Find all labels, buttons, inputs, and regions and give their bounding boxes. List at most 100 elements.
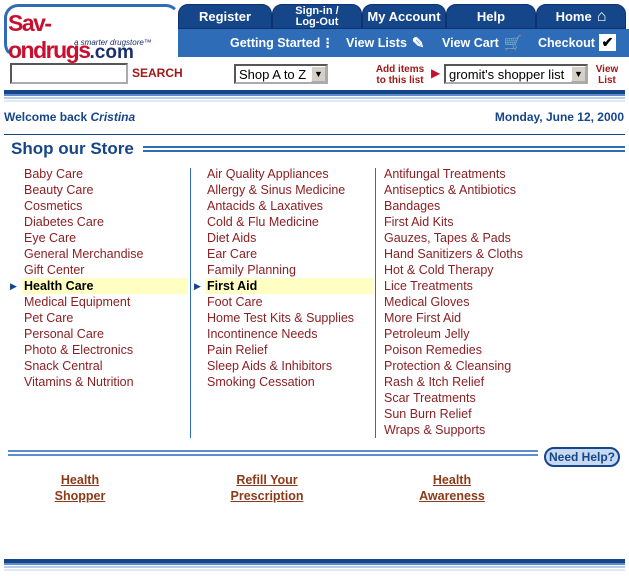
- getting-started-label: Getting Started: [230, 36, 321, 50]
- category-link[interactable]: Lice Treatments: [384, 278, 624, 294]
- home-tab[interactable]: Home ⌂: [536, 4, 626, 29]
- secondary-nav: Getting Started ⁝ View Lists ✎ View Cart…: [178, 29, 629, 57]
- category-link[interactable]: Beauty Care: [24, 182, 188, 198]
- chevron-down-icon[interactable]: ▼: [311, 66, 326, 82]
- category-link[interactable]: Gauzes, Tapes & Pads: [384, 230, 624, 246]
- category-link[interactable]: Photo & Electronics: [24, 342, 188, 358]
- category-link[interactable]: First Aid Kits: [384, 214, 624, 230]
- category-link[interactable]: More First Aid: [384, 310, 624, 326]
- category-link[interactable]: Home Test Kits & Supplies: [207, 310, 374, 326]
- add-items-text-1: Add items: [375, 64, 425, 75]
- search-input[interactable]: [10, 63, 128, 84]
- traffic-light-icon: ⁝: [325, 35, 331, 52]
- need-help-button[interactable]: Need Help?: [544, 447, 620, 467]
- my-account-tab[interactable]: My Account: [362, 4, 446, 29]
- notepad-icon: ✎: [411, 35, 425, 52]
- sign-in-tab[interactable]: Sign-in / Log-Out: [272, 4, 362, 29]
- view-lists-link[interactable]: View Lists ✎: [346, 34, 425, 52]
- home-label: Home: [555, 9, 592, 24]
- category-link[interactable]: Diet Aids: [207, 230, 374, 246]
- chevron-down-icon[interactable]: ▼: [571, 66, 586, 82]
- search-button[interactable]: SEARCH: [132, 66, 183, 80]
- category-column-3: Antifungal Treatments Antiseptics & Antib…: [384, 166, 624, 438]
- health-shopper-text-2: Shopper: [54, 489, 106, 503]
- category-link[interactable]: Poison Remedies: [384, 342, 624, 358]
- triangle-right-icon: ▶: [194, 281, 201, 291]
- site-logo[interactable]: Sav-ondrugs.com a smarter drugstore™: [4, 4, 180, 63]
- register-label: Register: [198, 9, 252, 24]
- header-divider: [4, 90, 625, 103]
- register-tab[interactable]: Register: [178, 4, 272, 29]
- category-link[interactable]: Personal Care: [24, 326, 188, 342]
- category-link[interactable]: Medical Equipment: [24, 294, 188, 310]
- getting-started-link[interactable]: Getting Started ⁝: [230, 34, 330, 52]
- category-column-2: Air Quality Appliances Allergy & Sinus Me…: [207, 166, 374, 390]
- view-lists-label: View Lists: [346, 36, 407, 50]
- category-link[interactable]: Wraps & Supports: [384, 422, 624, 438]
- category-link[interactable]: Incontinence Needs: [207, 326, 374, 342]
- category-link[interactable]: Antiseptics & Antibiotics: [384, 182, 624, 198]
- welcome-message: Welcome back Cristina: [4, 110, 135, 124]
- help-tab[interactable]: Help: [446, 4, 536, 29]
- refill-text-1: Refill Your: [236, 473, 298, 487]
- checkout-label: Checkout: [538, 35, 595, 50]
- category-link[interactable]: First Aid: [207, 278, 374, 294]
- category-link[interactable]: Family Planning: [207, 262, 374, 278]
- category-link[interactable]: Sleep Aids & Inhibitors: [207, 358, 374, 374]
- category-link[interactable]: Pain Relief: [207, 342, 374, 358]
- health-shopper-text-1: Health: [60, 473, 100, 487]
- column-divider: [375, 168, 376, 438]
- category-link[interactable]: Cold & Flu Medicine: [207, 214, 374, 230]
- category-link[interactable]: Health Care: [24, 278, 188, 294]
- category-link[interactable]: Smoking Cessation: [207, 374, 374, 390]
- view-cart-label: View Cart: [442, 36, 499, 50]
- category-link[interactable]: Ear Care: [207, 246, 374, 262]
- category-link[interactable]: Eye Care: [24, 230, 188, 246]
- category-link[interactable]: Scar Treatments: [384, 390, 624, 406]
- category-link[interactable]: Hand Sanitizers & Cloths: [384, 246, 624, 262]
- user-name: Cristina: [90, 110, 136, 124]
- category-link[interactable]: Medical Gloves: [384, 294, 624, 310]
- shopper-list-select[interactable]: gromit's shopper list ▼: [444, 64, 588, 84]
- arrow-right-icon: ▶: [431, 66, 441, 80]
- category-column-1: Baby Care Beauty Care Cosmetics Diabetes Ca…: [24, 166, 188, 390]
- category-link[interactable]: Vitamins & Nutrition: [24, 374, 188, 390]
- category-link[interactable]: Gift Center: [24, 262, 188, 278]
- search-row: SEARCH Shop A to Z ▼ Add items to this l…: [0, 60, 629, 90]
- category-link[interactable]: Diabetes Care: [24, 214, 188, 230]
- checkout-link[interactable]: Checkout ✔: [538, 34, 616, 51]
- shopper-list-value: gromit's shopper list: [449, 66, 565, 82]
- category-link[interactable]: Snack Central: [24, 358, 188, 374]
- awareness-text-2: Awareness: [419, 489, 485, 503]
- category-link[interactable]: Foot Care: [207, 294, 374, 310]
- view-list-link[interactable]: View List: [592, 64, 622, 86]
- category-link[interactable]: General Merchandise: [24, 246, 188, 262]
- add-items-label[interactable]: Add items to this list: [371, 64, 429, 86]
- category-link[interactable]: Air Quality Appliances: [207, 166, 374, 182]
- category-link[interactable]: Cosmetics: [24, 198, 188, 214]
- view-cart-link[interactable]: View Cart 🛒: [442, 34, 522, 52]
- category-link[interactable]: Petroleum Jelly: [384, 326, 624, 342]
- category-link[interactable]: Sun Burn Relief: [384, 406, 624, 422]
- refill-prescription-link[interactable]: Refill Your Prescription: [222, 472, 312, 504]
- category-link[interactable]: Allergy & Sinus Medicine: [207, 182, 374, 198]
- category-link[interactable]: Hot & Cold Therapy: [384, 262, 624, 278]
- category-link[interactable]: Antacids & Laxatives: [207, 198, 374, 214]
- shop-sort-select[interactable]: Shop A to Z ▼: [234, 64, 328, 84]
- current-date: Monday, June 12, 2000: [494, 110, 624, 124]
- category-link[interactable]: Bandages: [384, 198, 624, 214]
- category-link[interactable]: Baby Care: [24, 166, 188, 182]
- category-link[interactable]: Antifungal Treatments: [384, 166, 624, 182]
- category-link[interactable]: Pet Care: [24, 310, 188, 326]
- section-title-rule: [143, 146, 625, 152]
- health-awareness-link[interactable]: Health Awareness: [412, 472, 492, 504]
- footer-divider: [8, 450, 538, 456]
- my-account-label: My Account: [367, 9, 441, 24]
- house-icon: ⌂: [596, 7, 607, 25]
- sign-in-label: Sign-in /: [295, 4, 339, 17]
- view-list-text-2: List: [598, 75, 616, 86]
- category-link[interactable]: Protection & Cleansing: [384, 358, 624, 374]
- category-link[interactable]: Rash & Itch Relief: [384, 374, 624, 390]
- bottom-divider: [4, 559, 625, 572]
- health-shopper-link[interactable]: Health Shopper: [50, 472, 110, 504]
